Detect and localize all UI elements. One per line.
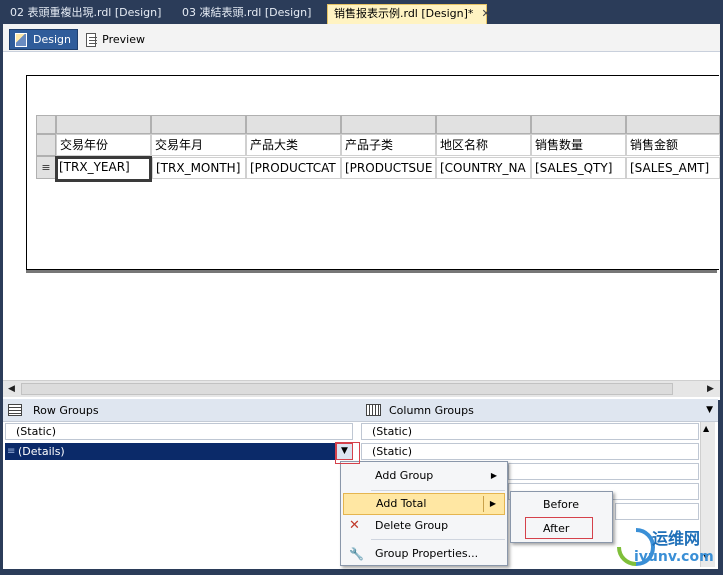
- chevron-down-icon[interactable]: ▼: [706, 399, 713, 422]
- detail-cell[interactable]: [SALES_AMT]: [626, 157, 720, 179]
- menu-item-add-total[interactable]: Add Total ▶: [343, 493, 505, 515]
- group-context-menu: Add Group ▶ Add Total ▶ ✕ Delete Group 🔧…: [340, 461, 508, 566]
- column-handle[interactable]: [151, 115, 246, 134]
- column-group-empty[interactable]: [508, 463, 699, 480]
- submenu-arrow-icon: ▶: [489, 499, 496, 508]
- row-group-details-label: (Details): [18, 445, 65, 458]
- doc-tab-label: 03 凍結表頭.rdl [Design]: [182, 6, 312, 19]
- menu-item-label: Delete Group: [375, 519, 449, 532]
- tab-preview[interactable]: Preview: [81, 29, 151, 50]
- header-cell[interactable]: 销售数量: [531, 134, 626, 156]
- tab-preview-label: Preview: [102, 33, 145, 46]
- design-icon: [15, 32, 28, 47]
- submenu-arrow-icon: ▶: [490, 471, 497, 480]
- column-groups-title: Column Groups: [389, 404, 474, 417]
- doc-tab-label: 02 表頭重複出現.rdl [Design]: [10, 6, 162, 19]
- close-icon[interactable]: ✕: [481, 5, 490, 23]
- menu-split-divider: [483, 496, 484, 512]
- document-tab-bar: 02 表頭重複出現.rdl [Design] 03 凍結表頭.rdl [Desi…: [0, 0, 723, 24]
- doc-tab-repeat-header[interactable]: 02 表頭重複出現.rdl [Design]: [4, 4, 167, 24]
- tab-design-label: Design: [33, 33, 71, 46]
- doc-tab-sales-report[interactable]: 销售报表示例.rdl [Design]* ✕: [327, 4, 491, 24]
- watermark-brand: 运维网: [652, 529, 701, 548]
- column-groups-icon: [366, 404, 381, 416]
- row-handle[interactable]: [36, 134, 56, 156]
- menu-item-add-group[interactable]: Add Group ▶: [343, 465, 505, 487]
- menu-item-label: Group Properties...: [375, 547, 479, 560]
- header-cell[interactable]: 产品子类: [341, 134, 436, 156]
- menu-separator: [371, 539, 505, 540]
- highlight-box-dropdown: [335, 442, 360, 464]
- tab-design[interactable]: Design: [9, 29, 78, 50]
- column-handle[interactable]: [626, 115, 720, 134]
- preview-icon: [86, 32, 98, 47]
- column-handle[interactable]: [246, 115, 341, 134]
- report-body[interactable]: ≡ 交易年份 交易年月 产品大类 产品子类 地区名称 销售数量 销售金额 [TR…: [26, 75, 720, 270]
- column-handle[interactable]: [436, 115, 531, 134]
- scroll-thumb[interactable]: [21, 383, 673, 395]
- detail-cell[interactable]: [SALES_QTY]: [531, 157, 626, 179]
- row-group-details[interactable]: ≡ (Details): [5, 443, 336, 460]
- report-body-shadow: [26, 270, 717, 273]
- tablix-corner-handle[interactable]: [36, 115, 56, 134]
- row-group-static[interactable]: (Static): [5, 423, 353, 440]
- row-groups-title: Row Groups: [33, 404, 99, 417]
- watermark-url: iyunv.com: [634, 549, 714, 565]
- column-handle[interactable]: [531, 115, 626, 134]
- horizontal-scrollbar[interactable]: ◀ ▶: [3, 380, 720, 397]
- detail-cell[interactable]: [TRX_MONTH]: [152, 157, 246, 179]
- details-icon: ≡: [7, 446, 16, 457]
- detail-cell-selected[interactable]: [TRX_YEAR]: [55, 156, 152, 182]
- details-row-handle[interactable]: ≡: [36, 156, 56, 179]
- menu-item-group-properties[interactable]: 🔧 Group Properties...: [343, 543, 505, 565]
- row-groups-icon: [8, 404, 22, 416]
- scroll-up-icon[interactable]: ▲: [703, 424, 709, 433]
- row-groups-header: Row Groups: [3, 399, 359, 422]
- column-group-empty[interactable]: [615, 503, 699, 520]
- doc-tab-label: 销售报表示例.rdl [Design]*: [334, 7, 474, 20]
- column-groups-header: Column Groups ▼: [359, 399, 718, 422]
- submenu-item-before[interactable]: Before: [513, 494, 610, 516]
- watermark: 运维网 iyunv.com: [610, 523, 720, 571]
- header-cell[interactable]: 销售金额: [626, 134, 720, 156]
- detail-cell[interactable]: [COUNTRY_NA: [436, 157, 531, 179]
- menu-separator: [371, 490, 505, 491]
- scroll-right-icon[interactable]: ▶: [702, 381, 719, 398]
- column-handle[interactable]: [341, 115, 436, 134]
- highlight-box-after: [525, 517, 593, 539]
- header-cell[interactable]: 交易年份: [56, 134, 151, 156]
- menu-item-label: Add Total: [376, 497, 427, 510]
- delete-icon: ✕: [349, 518, 360, 533]
- report-design-surface: Design Preview ≡ 交易年份 交易年月 产品大类 产品子类 地区名…: [3, 24, 720, 400]
- header-cell[interactable]: 交易年月: [151, 134, 246, 156]
- column-group-static[interactable]: (Static): [361, 423, 699, 440]
- scroll-left-icon[interactable]: ◀: [3, 381, 20, 398]
- menu-item-label: Add Group: [375, 469, 434, 482]
- header-cell[interactable]: 产品大类: [246, 134, 341, 156]
- column-handle[interactable]: [56, 115, 151, 134]
- doc-tab-freeze-header[interactable]: 03 凍結表頭.rdl [Design]: [176, 4, 317, 24]
- detail-cell[interactable]: [PRODUCTCAT: [246, 157, 341, 179]
- detail-cell[interactable]: [PRODUCTSUE: [341, 157, 436, 179]
- column-group-static[interactable]: (Static): [361, 443, 699, 460]
- view-tab-bar: Design Preview: [3, 24, 720, 52]
- wrench-icon: 🔧: [349, 547, 364, 561]
- details-icon: ≡: [41, 161, 51, 174]
- menu-item-delete-group[interactable]: ✕ Delete Group: [343, 515, 505, 537]
- header-cell[interactable]: 地区名称: [436, 134, 531, 156]
